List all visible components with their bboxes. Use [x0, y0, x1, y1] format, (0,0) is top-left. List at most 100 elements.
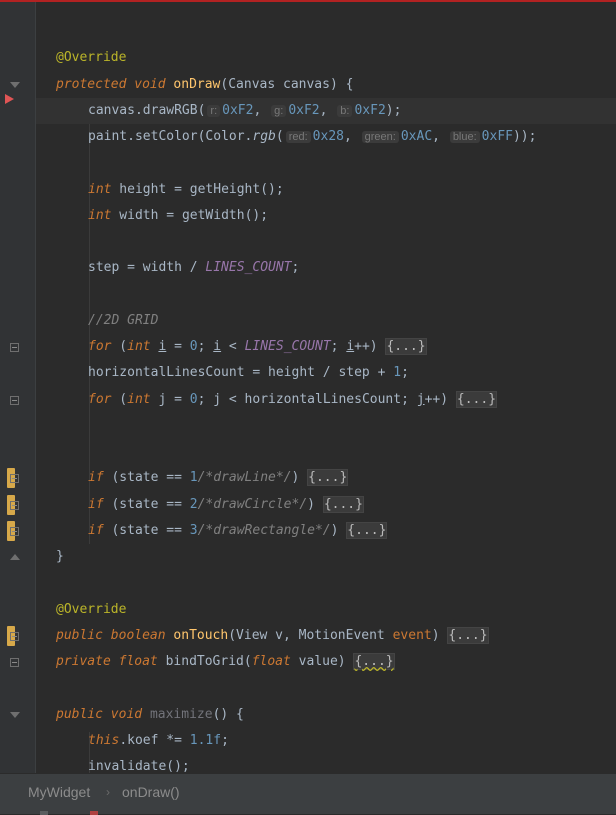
- code-text: ;: [221, 733, 229, 748]
- keyword: protected: [56, 77, 127, 92]
- code-text: ();: [244, 208, 269, 223]
- code-line[interactable]: if (state == 3/*drawRectangle*/) {...}: [36, 518, 616, 544]
- code-line-current[interactable]: canvas.drawRGB(r: 0xF2, g: 0xF2, b: 0xF2);: [36, 98, 616, 124]
- code-line[interactable]: //2D GRID: [36, 308, 616, 334]
- code-line[interactable]: int width = getWidth();: [36, 203, 616, 229]
- code-text: ; j < horizontalLinesCount;: [197, 392, 417, 407]
- fold-expand-icon[interactable]: [10, 501, 19, 510]
- number-literal: 3: [189, 523, 198, 538]
- code-line[interactable]: }: [36, 544, 616, 570]
- code-line[interactable]: horizontalLinesCount = height / step + 1…: [36, 360, 616, 386]
- comment: //2D GRID: [88, 313, 159, 328]
- code-line[interactable]: for (int j = 0; j < horizontalLinesCount…: [36, 387, 616, 413]
- parameter-hint: r:: [207, 105, 221, 117]
- field: koef: [127, 733, 159, 748]
- keyword: float: [251, 654, 291, 669]
- number-literal: 2: [189, 497, 198, 512]
- loop-variable: j: [416, 392, 425, 407]
- number-literal: 1: [393, 365, 402, 380]
- breadcrumb-class[interactable]: MyWidget: [28, 784, 90, 800]
- code-text: (state ==: [103, 497, 190, 512]
- code-line[interactable]: step = width / LINES_COUNT;: [36, 255, 616, 281]
- code-text: ;: [197, 339, 214, 354]
- breadcrumb: MyWidget › onDraw(): [0, 773, 616, 815]
- code-text: height =: [111, 182, 190, 197]
- annotation: @Override: [56, 50, 127, 65]
- fold-expand-icon[interactable]: [10, 527, 19, 536]
- fold-collapse-icon[interactable]: [10, 712, 20, 718]
- number-literal: 0: [189, 339, 198, 354]
- code-line[interactable]: for (int i = 0; i < LINES_COUNT; i++) {.…: [36, 334, 616, 360]
- code-line[interactable]: paint.setColor(Color.rgb(red: 0x28, green…: [36, 124, 616, 150]
- editor-gutter[interactable]: [0, 2, 36, 773]
- code-text: ();: [166, 759, 190, 773]
- folded-block[interactable]: {...}: [307, 469, 349, 486]
- code-text: (Canvas canvas) {: [220, 77, 354, 92]
- code-text: (View v, MotionEvent: [228, 628, 393, 643]
- keyword: public: [56, 707, 103, 722]
- keyword: for: [88, 339, 112, 354]
- method-call: drawRGB: [142, 103, 198, 118]
- code-line[interactable]: int height = getHeight();: [36, 177, 616, 203]
- folded-block[interactable]: {...}: [346, 522, 388, 539]
- keyword: public: [56, 628, 103, 643]
- code-text: ;: [401, 365, 409, 380]
- parameter-hint: red:: [285, 131, 311, 143]
- fold-expand-icon[interactable]: [10, 396, 19, 405]
- code-text: =: [166, 339, 190, 354]
- code-text: value): [290, 654, 354, 669]
- keyword: private: [56, 654, 111, 669]
- keyword: int: [88, 182, 112, 197]
- code-text: );: [385, 103, 402, 118]
- code-line[interactable]: public boolean onTouch(View v, MotionEve…: [36, 623, 616, 649]
- code-line[interactable]: public void maximize() {: [36, 702, 616, 728]
- code-text: Color.: [205, 129, 253, 144]
- keyword: if: [88, 470, 104, 485]
- code-line[interactable]: @Override: [36, 597, 616, 623]
- folded-block[interactable]: {...}: [353, 653, 395, 670]
- code-text: canvas.: [88, 103, 143, 118]
- number-literal: 0x28: [312, 129, 344, 144]
- number-literal: 0: [189, 392, 198, 407]
- code-line[interactable]: this.koef *= 1.1f;: [36, 728, 616, 754]
- fold-collapse-icon[interactable]: [10, 82, 20, 88]
- method-call: getHeight: [189, 182, 261, 197]
- code-text: ));: [512, 129, 537, 144]
- code-text: .: [119, 733, 128, 748]
- fold-expand-icon[interactable]: [10, 632, 19, 641]
- method-name: bindToGrid: [165, 654, 244, 669]
- code-text: horizontalLinesCount = height / step +: [88, 365, 394, 380]
- folded-block[interactable]: {...}: [447, 627, 489, 644]
- code-text: paint.: [88, 129, 135, 144]
- comment: /*drawRectangle*/: [197, 523, 331, 538]
- code-editor[interactable]: @Override protected void onDraw(Canvas c…: [36, 2, 616, 773]
- parameter-hint: green:: [361, 131, 399, 143]
- fold-expand-icon[interactable]: [10, 343, 19, 352]
- number-literal: 0xF2: [288, 103, 320, 118]
- keyword: void: [110, 707, 143, 722]
- code-line[interactable]: if (state == 2/*drawCircle*/) {...}: [36, 492, 616, 518]
- folded-block[interactable]: {...}: [322, 496, 364, 513]
- scroll-indicator: [40, 811, 48, 815]
- folded-block[interactable]: {...}: [455, 391, 498, 408]
- code-line[interactable]: if (state == 1/*drawLine*/) {...}: [36, 465, 616, 491]
- number-literal: 0xAC: [400, 129, 433, 144]
- code-line[interactable]: invalidate();: [36, 754, 616, 773]
- fold-expand-icon[interactable]: [10, 658, 19, 667]
- fold-expand-icon[interactable]: [10, 474, 19, 483]
- comment: /*drawCircle*/: [197, 497, 308, 512]
- keyword: if: [88, 523, 104, 538]
- code-text: width =: [111, 208, 182, 223]
- parameter-hint: g:: [271, 105, 287, 117]
- constant: LINES_COUNT: [244, 339, 331, 354]
- code-line[interactable]: protected void onDraw(Canvas canvas) {: [36, 72, 616, 98]
- code-line[interactable]: private float bindToGrid(float value) {.…: [36, 649, 616, 675]
- code-text: step = width /: [88, 260, 206, 275]
- fold-end-icon[interactable]: [10, 554, 20, 560]
- method-call: invalidate: [88, 759, 167, 773]
- breadcrumb-method[interactable]: onDraw(): [122, 784, 180, 800]
- code-text: ;: [291, 260, 300, 275]
- folded-block[interactable]: {...}: [385, 338, 427, 355]
- code-line[interactable]: @Override: [36, 45, 616, 71]
- keyword: int: [127, 339, 151, 354]
